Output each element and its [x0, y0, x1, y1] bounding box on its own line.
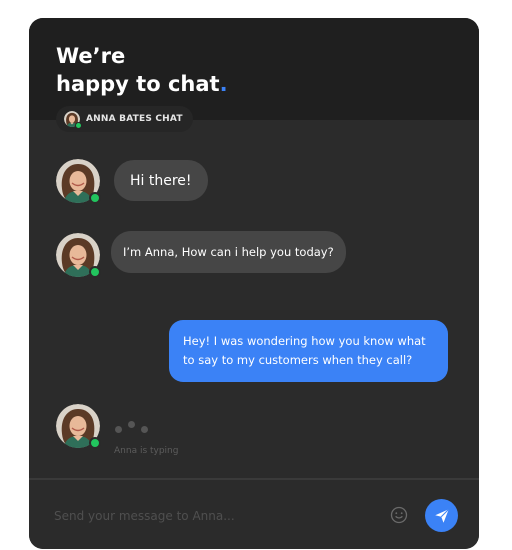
- typing-dot: [128, 421, 135, 428]
- typing-indicator-label: Anna is typing: [114, 446, 179, 456]
- agent-avatar: [56, 404, 101, 449]
- chat-title: We’re happy to chat.: [56, 42, 228, 98]
- agent-name-label: ANNA BATES CHAT: [86, 114, 183, 124]
- title-line-1: We’re: [56, 44, 126, 68]
- message-composer: [29, 478, 479, 549]
- message-input[interactable]: [54, 506, 374, 526]
- user-message-bubble: Hey! I was wondering how you know what t…: [169, 320, 448, 382]
- online-status-icon: [89, 266, 101, 278]
- smiley-icon[interactable]: [390, 506, 408, 524]
- typing-dot: [141, 426, 148, 433]
- online-status-icon: [89, 192, 101, 204]
- agent-avatar: [56, 159, 101, 204]
- typing-dots: [115, 420, 155, 436]
- title-line-2-text: happy to chat: [56, 72, 220, 96]
- pill-avatar: [64, 111, 82, 129]
- agent-message-bubble: Hi there!: [114, 160, 208, 201]
- chat-header: We’re happy to chat.: [29, 18, 479, 120]
- online-status-icon: [75, 122, 82, 129]
- agent-message-bubble: I’m Anna, How can i help you today?: [111, 231, 346, 273]
- agent-name-pill: ANNA BATES CHAT: [56, 106, 193, 132]
- send-button[interactable]: [425, 499, 458, 532]
- paper-plane-icon: [434, 508, 449, 523]
- typing-dot: [115, 426, 122, 433]
- agent-avatar: [56, 233, 101, 278]
- chat-widget: We’re happy to chat. ANNA BATES CHAT Hi …: [29, 18, 479, 549]
- online-status-icon: [89, 437, 101, 449]
- title-dot: .: [219, 72, 228, 96]
- title-line-2: happy to chat.: [56, 70, 228, 98]
